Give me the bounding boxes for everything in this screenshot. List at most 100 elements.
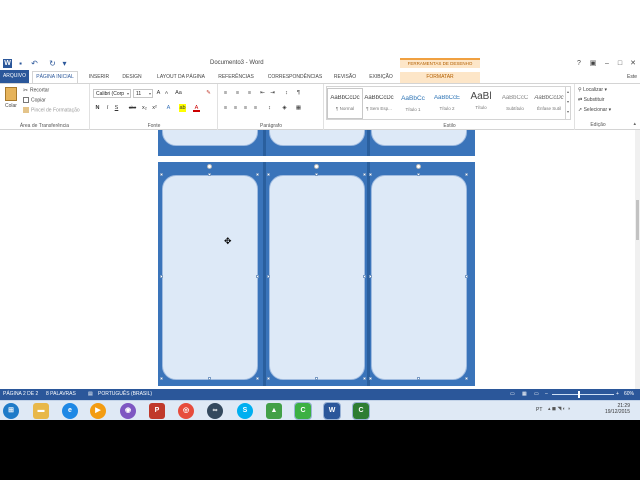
- redo-icon[interactable]: ↻: [48, 59, 57, 68]
- style-heading-1[interactable]: AaBbCc Título 1: [396, 89, 430, 118]
- resize-handle[interactable]: [363, 173, 366, 176]
- resize-handle[interactable]: [267, 173, 270, 176]
- customize-qat-icon[interactable]: ▾: [60, 59, 69, 68]
- style-subtle-emphasis[interactable]: AaBbCcDc Ênfase Sutil: [532, 89, 566, 118]
- card-top-1[interactable]: [162, 130, 258, 146]
- bold-button[interactable]: N: [94, 104, 101, 112]
- zoom-slider-knob[interactable]: [578, 391, 580, 398]
- resize-handle[interactable]: [160, 173, 163, 176]
- maximize-button[interactable]: □: [614, 58, 626, 69]
- collapse-ribbon-icon[interactable]: ▴: [633, 121, 636, 127]
- multilevel-list-icon[interactable]: ≡: [246, 89, 253, 97]
- resize-handle[interactable]: [369, 173, 372, 176]
- superscript-button[interactable]: x²: [150, 104, 159, 112]
- shrink-font-button[interactable]: A: [163, 89, 170, 97]
- clock[interactable]: 21:29 19/12/2015: [596, 403, 630, 415]
- rotate-handle-icon[interactable]: [416, 164, 421, 169]
- shading-icon[interactable]: ◈: [281, 104, 288, 112]
- rotate-handle-icon[interactable]: [314, 164, 319, 169]
- chrome-icon[interactable]: ◎: [178, 403, 194, 419]
- messenger-icon[interactable]: ∞: [207, 403, 223, 419]
- print-layout-icon[interactable]: ▦: [522, 389, 527, 400]
- cut-button[interactable]: ✂ Recortar: [23, 87, 49, 94]
- bullets-icon[interactable]: ≡: [222, 89, 229, 97]
- font-color-icon[interactable]: A: [193, 104, 200, 112]
- style-subtitle[interactable]: AaBbCcC Subtítulo: [498, 89, 532, 118]
- resize-handle[interactable]: [417, 377, 420, 380]
- underline-button[interactable]: S: [113, 104, 120, 112]
- tray-icons[interactable]: ▴ ◼ ◥ ◐ ◑: [548, 406, 570, 412]
- close-button[interactable]: ✕: [627, 58, 639, 69]
- word-count[interactable]: 8 PALAVRAS: [46, 389, 76, 400]
- zoom-in-icon[interactable]: +: [616, 389, 619, 400]
- excel-like-icon[interactable]: ▲: [266, 403, 282, 419]
- account-name[interactable]: Este: [624, 72, 640, 83]
- tab-file[interactable]: ARQUIVO: [0, 70, 29, 83]
- resize-handle[interactable]: [160, 377, 163, 380]
- style-heading-2[interactable]: AaBbCcE Título 2: [430, 89, 464, 118]
- line-spacing-icon[interactable]: ↕: [266, 104, 273, 112]
- skype-icon[interactable]: S: [237, 403, 253, 419]
- italic-button[interactable]: I: [104, 104, 111, 112]
- justify-icon[interactable]: ≡: [252, 104, 259, 112]
- word-app-icon[interactable]: W: [3, 59, 12, 68]
- card-2[interactable]: [269, 175, 365, 380]
- gallery-scroll-icon[interactable]: ▴ ▾ ▾: [565, 87, 570, 119]
- tab-insert[interactable]: INSERIR: [85, 72, 113, 83]
- increase-indent-icon[interactable]: ⇥: [269, 89, 276, 97]
- card-top-2[interactable]: [269, 130, 365, 146]
- resize-handle[interactable]: [465, 173, 468, 176]
- format-painter-button[interactable]: Pincel de Formatação: [23, 107, 80, 113]
- strikethrough-button[interactable]: abc: [127, 104, 138, 112]
- resize-handle[interactable]: [256, 173, 259, 176]
- numbering-icon[interactable]: ≡: [234, 89, 241, 97]
- card-3[interactable]: [371, 175, 467, 380]
- language-tray[interactable]: PT: [536, 407, 542, 413]
- text-effects-icon[interactable]: A: [165, 104, 172, 112]
- clear-formatting-icon[interactable]: ✎: [205, 89, 212, 97]
- tab-mailings[interactable]: CORRESPONDÊNCIAS: [263, 72, 327, 83]
- resize-handle[interactable]: [208, 377, 211, 380]
- proofing-icon[interactable]: ▤: [88, 389, 93, 400]
- borders-icon[interactable]: ▦: [295, 104, 302, 112]
- resize-handle[interactable]: [369, 377, 372, 380]
- card-1[interactable]: [162, 175, 258, 380]
- highlight-icon[interactable]: ab: [179, 104, 186, 112]
- undo-icon[interactable]: ↶: [30, 59, 39, 68]
- font-family-select[interactable]: Calibri (Corp ▾: [93, 89, 131, 98]
- media-app-icon[interactable]: ◉: [120, 403, 136, 419]
- internet-explorer-icon[interactable]: e: [62, 403, 78, 419]
- language-indicator[interactable]: PORTUGUÊS (BRASIL): [98, 389, 152, 400]
- powerpoint-icon[interactable]: P: [149, 403, 165, 419]
- show-marks-icon[interactable]: ¶: [295, 89, 302, 97]
- vertical-scrollbar[interactable]: [635, 130, 640, 389]
- align-right-icon[interactable]: ≡: [242, 104, 249, 112]
- select-button[interactable]: ➚ Selecionar ▾: [578, 107, 611, 113]
- font-size-select[interactable]: 11 ▾: [133, 89, 153, 98]
- resize-handle[interactable]: [160, 275, 163, 278]
- ribbon-display-options-icon[interactable]: ▣: [587, 58, 599, 69]
- paste-button[interactable]: Colar: [3, 87, 19, 113]
- resize-handle[interactable]: [315, 173, 318, 176]
- resize-handle[interactable]: [363, 377, 366, 380]
- tab-review[interactable]: REVISÃO: [331, 72, 359, 83]
- resize-handle[interactable]: [417, 173, 420, 176]
- read-mode-icon[interactable]: ▭: [510, 389, 515, 400]
- subscript-button[interactable]: x₂: [140, 104, 149, 112]
- copy-button[interactable]: Copiar: [23, 97, 46, 103]
- resize-handle[interactable]: [315, 377, 318, 380]
- save-icon[interactable]: ▪: [16, 59, 25, 68]
- tab-view[interactable]: EXIBIÇÃO: [366, 72, 396, 83]
- align-left-icon[interactable]: ≡: [222, 104, 229, 112]
- zoom-slider[interactable]: [552, 394, 614, 395]
- card-top-3[interactable]: [371, 130, 467, 146]
- tab-page-layout[interactable]: LAYOUT DA PÁGINA: [150, 72, 212, 83]
- resize-handle[interactable]: [465, 275, 468, 278]
- grow-font-button[interactable]: A: [155, 89, 162, 97]
- resize-handle[interactable]: [267, 377, 270, 380]
- camtasia-recorder-icon[interactable]: C: [352, 402, 370, 420]
- resize-handle[interactable]: [267, 275, 270, 278]
- camtasia-icon[interactable]: C: [294, 402, 312, 420]
- style-normal[interactable]: AaBbCcDc ¶ Normal: [327, 88, 363, 119]
- tab-home[interactable]: PÁGINA INICIAL: [32, 71, 78, 83]
